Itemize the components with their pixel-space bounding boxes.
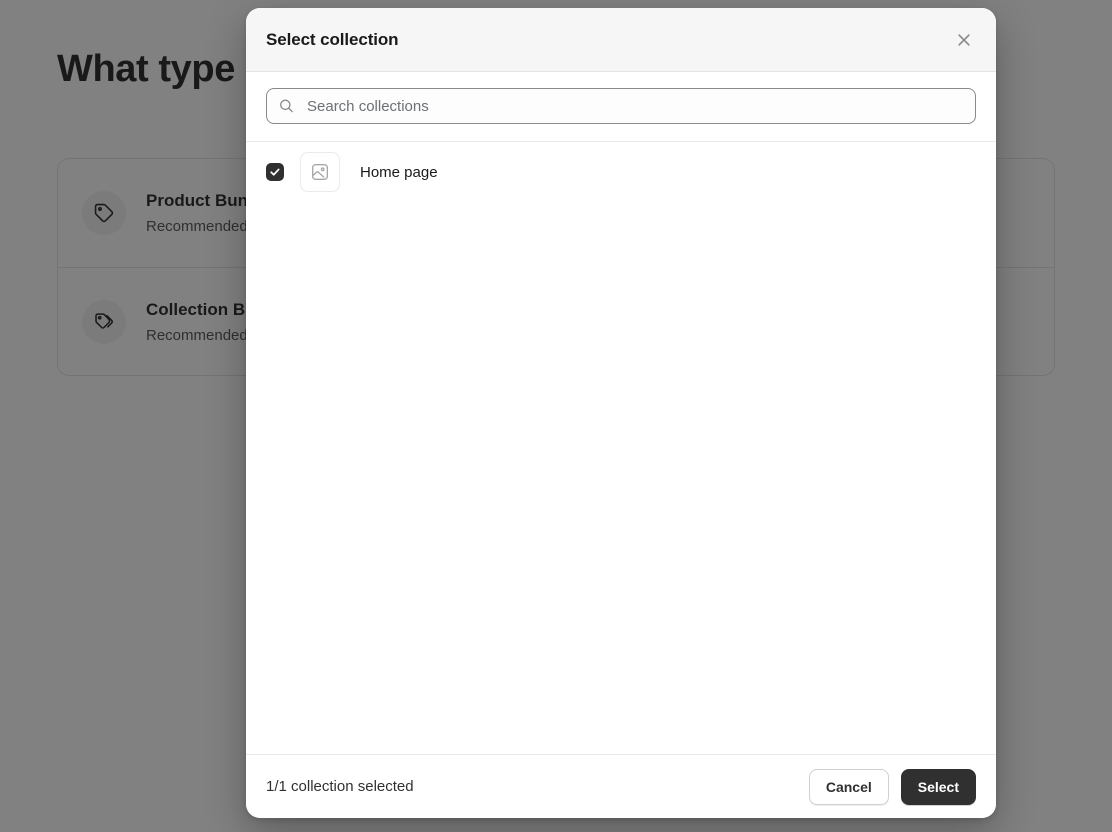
- collection-checkbox[interactable]: [266, 163, 284, 181]
- search-section: [246, 72, 996, 142]
- cancel-button[interactable]: Cancel: [808, 768, 889, 805]
- search-input[interactable]: [266, 88, 976, 124]
- modal-footer: 1/1 collection selected Cancel Select: [246, 754, 996, 818]
- modal-header: Select collection: [246, 8, 996, 72]
- collection-list[interactable]: Home page: [246, 142, 996, 754]
- selection-status: 1/1 collection selected: [266, 778, 414, 795]
- image-placeholder-icon: [300, 152, 340, 192]
- search-field-wrapper: [266, 88, 976, 124]
- select-button[interactable]: Select: [900, 768, 976, 805]
- collection-name: Home page: [360, 163, 438, 181]
- close-icon[interactable]: [948, 24, 980, 56]
- list-item[interactable]: Home page: [246, 144, 996, 200]
- modal-title: Select collection: [266, 29, 399, 49]
- select-collection-modal: Select collection Search collections Hom…: [246, 8, 996, 818]
